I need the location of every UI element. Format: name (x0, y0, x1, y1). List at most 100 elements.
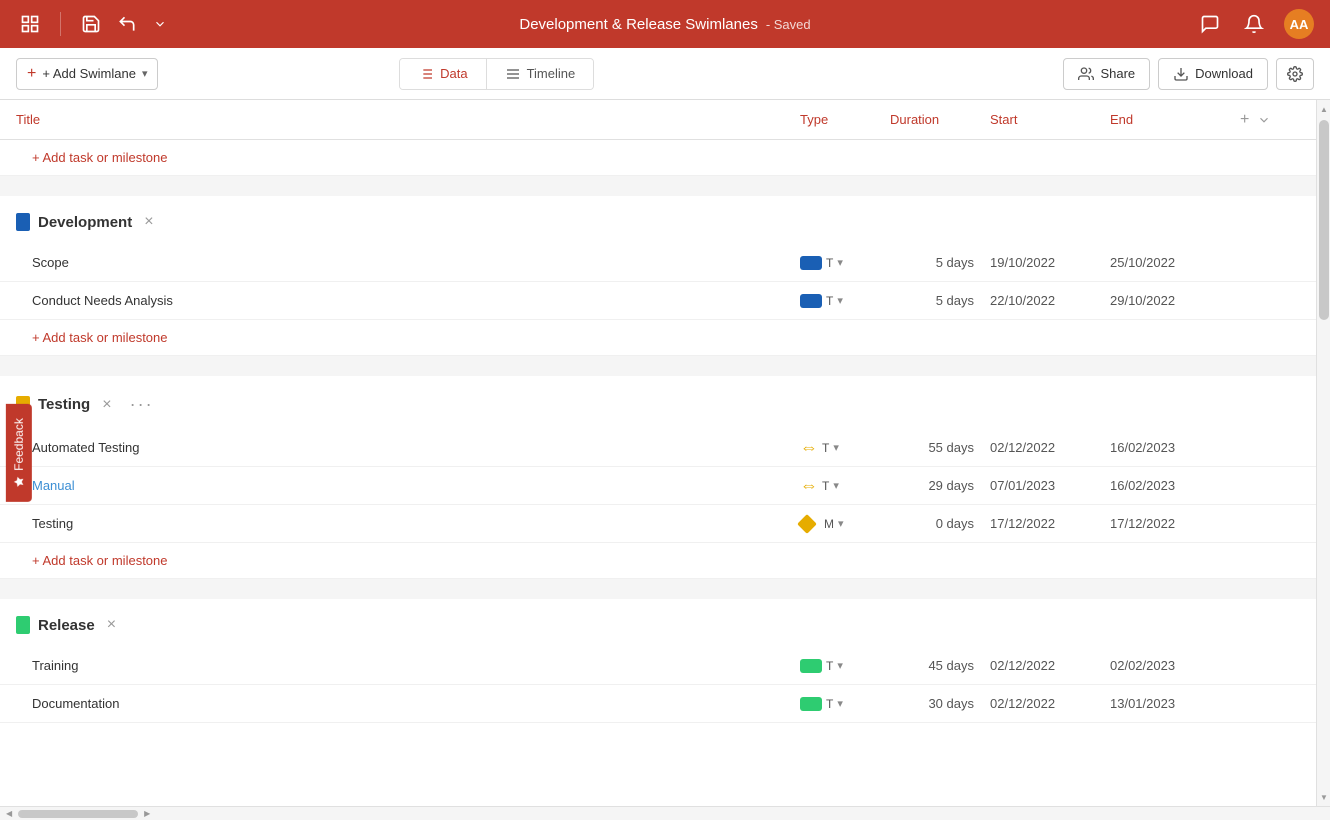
scrollbar-thumb[interactable] (1319, 120, 1329, 320)
h-scrollbar-arrow-left[interactable]: ◀ (4, 809, 14, 818)
add-column-button[interactable]: + (1238, 109, 1251, 131)
row-start-testing-item: 17/12/2022 (990, 516, 1110, 531)
table-row: Automated Testing ⇔ T ▾ 55 days 02/12/20… (0, 429, 1316, 467)
row-title-manual[interactable]: Manual (0, 478, 800, 493)
separator-3 (0, 579, 1316, 599)
row-type-training: T ▾ (800, 659, 890, 673)
type-chevron-scope[interactable]: ▾ (837, 256, 843, 269)
section-header-development: Development × (0, 196, 1316, 244)
section-testing: Testing × ··· Automated Testing ⇔ T ▾ 55… (0, 376, 1316, 579)
row-end-automated: 16/02/2023 (1110, 440, 1230, 455)
col-header-start: Start (990, 112, 1110, 127)
row-duration-cna: 5 days (890, 293, 990, 308)
undo-icon[interactable] (113, 10, 141, 38)
feedback-tab[interactable]: Feedback (6, 404, 32, 502)
add-task-row-testing: + Add task or milestone (0, 543, 1316, 579)
col-header-end: End (1110, 112, 1230, 127)
page-title-area: Development & Release Swimlanes - Saved (519, 16, 810, 33)
table-row: Manual ⇔ T ▾ 29 days 07/01/2023 16/02/20… (0, 467, 1316, 505)
h-scrollbar-thumb[interactable] (18, 810, 138, 818)
download-button[interactable]: Download (1158, 58, 1268, 90)
testing-close-button[interactable]: × (98, 395, 115, 415)
top-bar-right: AA (1196, 9, 1314, 39)
release-close-button[interactable]: × (103, 615, 120, 635)
table-row: Training T ▾ 45 days 02/12/2022 02/02/20… (0, 647, 1316, 685)
comment-icon[interactable] (1196, 10, 1224, 38)
add-task-row-top: + Add task or milestone (0, 140, 1316, 176)
release-color-block (16, 616, 30, 634)
add-task-button-development[interactable]: + Add task or milestone (32, 330, 168, 345)
secondary-toolbar: + + Add Swimlane ▾ Data Timeline Share D… (0, 48, 1330, 100)
row-title-training: Training (0, 658, 800, 673)
row-end-manual: 16/02/2023 (1110, 478, 1230, 493)
main-content: Title Type Duration Start End + + Add ta… (0, 100, 1330, 806)
row-start-cna: 22/10/2022 (990, 293, 1110, 308)
section-title-release: Release (38, 617, 95, 634)
save-icon[interactable] (77, 10, 105, 38)
page-title: Development & Release Swimlanes (519, 16, 757, 33)
testing-more-button[interactable]: ··· (124, 392, 160, 417)
row-type-cna: T ▾ (800, 294, 890, 308)
row-duration-automated: 55 days (890, 440, 990, 455)
column-options-button[interactable] (1255, 111, 1273, 129)
type-chevron-training[interactable]: ▾ (837, 659, 843, 672)
row-duration-training: 45 days (890, 658, 990, 673)
row-type-scope: T ▾ (800, 256, 890, 270)
diamond-icon (797, 514, 817, 534)
row-end-testing-item: 17/12/2022 (1110, 516, 1230, 531)
type-chevron-cna[interactable]: ▾ (837, 294, 843, 307)
row-end-documentation: 13/01/2023 (1110, 696, 1230, 711)
separator-2 (0, 356, 1316, 376)
section-release: Release × Training T ▾ 45 days 02/12/202… (0, 599, 1316, 723)
type-chevron-manual[interactable]: ▾ (833, 479, 839, 492)
row-start-manual: 07/01/2023 (990, 478, 1110, 493)
scrollbar-arrow-up[interactable]: ▲ (1319, 104, 1329, 114)
col-header-duration: Duration (890, 112, 990, 127)
row-duration-testing-item: 0 days (890, 516, 990, 531)
separator-1 (0, 176, 1316, 196)
scrollbar-arrow-down[interactable]: ▼ (1319, 792, 1329, 802)
bell-icon[interactable] (1240, 10, 1268, 38)
row-duration-scope: 5 days (890, 255, 990, 270)
add-task-button-testing[interactable]: + Add task or milestone (32, 553, 168, 568)
table-row: Conduct Needs Analysis T ▾ 5 days 22/10/… (0, 282, 1316, 320)
h-scrollbar-arrow-right[interactable]: ▶ (142, 809, 152, 818)
vertical-scrollbar[interactable]: ▲ ▼ (1316, 100, 1330, 806)
section-header-testing: Testing × ··· (0, 376, 1316, 429)
settings-button[interactable] (1276, 58, 1314, 90)
development-color-block (16, 213, 30, 231)
empty-section: + Add task or milestone (0, 140, 1316, 176)
tab-data[interactable]: Data (400, 59, 486, 89)
horizontal-scrollbar[interactable]: ◀ ▶ (0, 806, 1330, 820)
row-end-scope: 25/10/2022 (1110, 255, 1230, 270)
tab-timeline[interactable]: Timeline (487, 59, 594, 89)
row-start-scope: 19/10/2022 (990, 255, 1110, 270)
row-title-automated: Automated Testing (0, 440, 800, 455)
section-header-release: Release × (0, 599, 1316, 647)
row-end-cna: 29/10/2022 (1110, 293, 1230, 308)
section-development: Development × Scope T ▾ 5 days 19/10/202… (0, 196, 1316, 356)
column-headers: Title Type Duration Start End + (0, 100, 1316, 140)
row-title-scope: Scope (0, 255, 800, 270)
add-task-row-development: + Add task or milestone (0, 320, 1316, 356)
top-bar: Development & Release Swimlanes - Saved … (0, 0, 1330, 48)
table-row: Scope T ▾ 5 days 19/10/2022 25/10/2022 (0, 244, 1316, 282)
row-end-training: 02/02/2023 (1110, 658, 1230, 673)
table-row: Documentation T ▾ 30 days 02/12/2022 13/… (0, 685, 1316, 723)
type-chevron-testing-item[interactable]: ▾ (838, 517, 844, 530)
avatar[interactable]: AA (1284, 9, 1314, 39)
development-close-button[interactable]: × (140, 212, 157, 232)
undo-chevron-icon[interactable] (149, 13, 171, 35)
home-icon[interactable] (16, 10, 44, 38)
add-swimlane-button[interactable]: + + Add Swimlane ▾ (16, 58, 158, 90)
row-start-training: 02/12/2022 (990, 658, 1110, 673)
share-button[interactable]: Share (1063, 58, 1150, 90)
add-task-button-top[interactable]: + Add task or milestone (32, 150, 168, 165)
saved-status: - Saved (766, 17, 811, 32)
type-chevron-documentation[interactable]: ▾ (837, 697, 843, 710)
row-type-automated: ⇔ T ▾ (800, 437, 890, 458)
table-container[interactable]: Title Type Duration Start End + + Add ta… (0, 100, 1316, 806)
row-duration-documentation: 30 days (890, 696, 990, 711)
type-chevron-automated[interactable]: ▾ (833, 441, 839, 454)
row-title-testing-item: Testing (0, 516, 800, 531)
